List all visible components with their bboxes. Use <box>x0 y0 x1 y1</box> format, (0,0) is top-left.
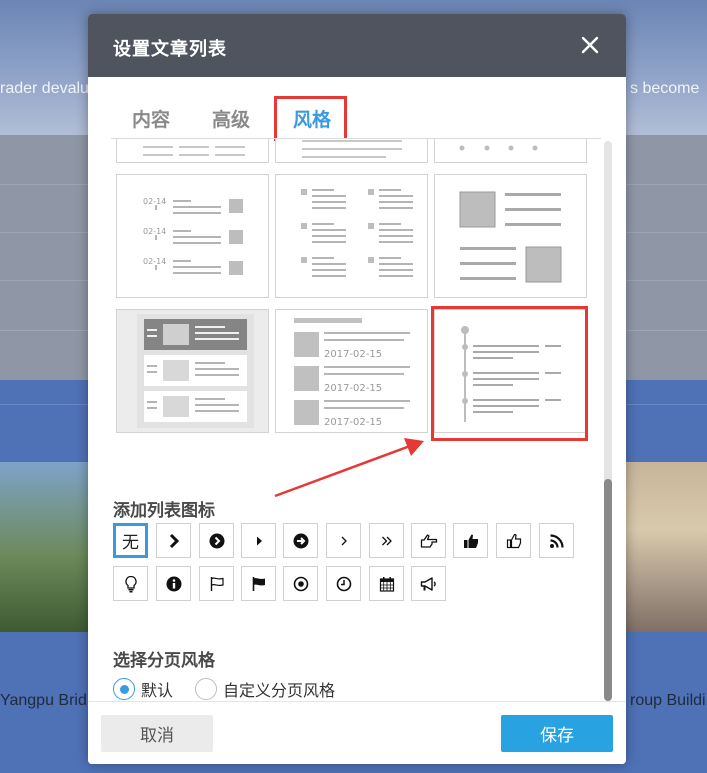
thumb-date: 02-14 <box>143 227 166 236</box>
no-icon-label: 无 <box>122 533 139 553</box>
style-option-8[interactable]: 2017-02-15 2017-02-15 2017-02-15 <box>275 309 428 433</box>
dialog-footer: 取消 保存 <box>88 701 626 764</box>
scrollbar-thumb[interactable] <box>604 479 612 701</box>
style-option-1[interactable] <box>116 139 269 163</box>
thumb-date: 2017-02-15 <box>324 417 382 428</box>
dot-circle-icon <box>293 576 308 591</box>
thumbs-up-outline-icon <box>506 533 521 548</box>
icon-option-circle-chevron[interactable] <box>199 523 234 558</box>
tab-content[interactable]: 内容 <box>132 105 170 132</box>
icon-option-hand-point-right[interactable] <box>411 523 446 558</box>
save-button[interactable]: 保存 <box>501 715 613 752</box>
cancel-button[interactable]: 取消 <box>101 715 213 752</box>
angle-right-icon <box>341 536 347 545</box>
flag-outline-icon <box>210 576 224 591</box>
chevron-bold-icon <box>169 533 179 548</box>
tab-style-highlight-box <box>274 96 347 141</box>
radio-custom[interactable] <box>195 678 217 700</box>
dialog-header: 设置文章列表 <box>88 14 626 77</box>
thumb-date: 2017-02-15 <box>324 349 382 360</box>
radio-custom-label: 自定义分页风格 <box>223 681 336 700</box>
thumb-date: 2017-02-15 <box>324 383 382 394</box>
icon-option-caret-right[interactable] <box>241 523 276 558</box>
circle-chevron-icon <box>209 533 224 548</box>
bullhorn-icon <box>420 576 436 591</box>
style-preview-5 <box>301 189 413 277</box>
pagination-option-custom[interactable]: 自定义分页风格 <box>195 677 335 701</box>
thumbs-up-solid-icon <box>463 534 478 548</box>
icon-option-dot-circle[interactable] <box>283 566 318 601</box>
background-banner-text-left: rader devalu <box>0 80 89 97</box>
style-option-2[interactable] <box>275 139 428 163</box>
rss-icon <box>549 533 564 548</box>
close-icon <box>581 36 599 54</box>
lightbulb-icon <box>124 575 137 592</box>
icon-option-rss[interactable] <box>539 523 574 558</box>
icon-option-angle-right[interactable] <box>326 523 361 558</box>
background-photo-left <box>0 462 90 632</box>
style-option-4[interactable]: 02-14 02-14 02-14 <box>116 174 269 298</box>
clock-icon <box>336 576 351 591</box>
icon-option-bullhorn[interactable] <box>411 566 446 601</box>
pagination-option-default[interactable]: 默认 <box>113 677 173 701</box>
background-caption-right: roup Buildi <box>630 692 706 709</box>
icon-option-thumbs-up-solid[interactable] <box>453 523 488 558</box>
flag-solid-icon <box>252 576 265 591</box>
calendar-icon <box>379 576 394 592</box>
icon-option-double-angle-right[interactable] <box>369 523 404 558</box>
style-option-3[interactable] <box>434 139 587 163</box>
style-preview-4: 02-14 02-14 02-14 <box>143 197 243 275</box>
style-preview-1 <box>143 146 245 156</box>
caret-right-icon <box>256 536 262 545</box>
info-circle-icon <box>166 576 181 591</box>
style-preview-2 <box>302 140 402 158</box>
icon-option-chevron-bold[interactable] <box>156 523 191 558</box>
article-list-settings-dialog: 设置文章列表 内容 高级 风格 02-14 02-14 02-14 2017-0… <box>88 14 626 764</box>
style-preview-3 <box>459 145 538 151</box>
thumb-date: 02-14 <box>143 257 166 266</box>
selected-style-highlight-box <box>431 306 588 441</box>
icon-option-circle-arrow-right[interactable] <box>283 523 318 558</box>
style-option-7[interactable] <box>116 309 269 433</box>
dialog-scroll-content: 02-14 02-14 02-14 2017-02-15 2017-02-15 … <box>88 139 626 701</box>
pagination-section-title: 选择分页风格 <box>113 651 215 671</box>
double-angle-right-icon <box>381 536 392 545</box>
background-caption-left: Yangpu Brid <box>0 692 87 709</box>
icon-option-none[interactable]: 无 <box>113 523 148 558</box>
radio-default-label: 默认 <box>141 681 174 700</box>
style-option-6[interactable] <box>434 174 587 298</box>
icon-option-flag-solid[interactable] <box>241 566 276 601</box>
icon-option-clock[interactable] <box>326 566 361 601</box>
hand-point-right-outline-icon <box>420 533 437 548</box>
icon-option-calendar[interactable] <box>369 566 404 601</box>
style-preview-8: 2017-02-15 2017-02-15 2017-02-15 <box>294 318 410 428</box>
background-photo-right <box>625 462 707 632</box>
style-preview-7 <box>137 314 254 428</box>
dialog-title: 设置文章列表 <box>113 39 227 60</box>
dialog-tabs: 内容 高级 风格 <box>88 77 626 141</box>
circle-arrow-right-icon <box>293 533 308 548</box>
style-option-5[interactable] <box>275 174 428 298</box>
icon-option-info-circle[interactable] <box>156 566 191 601</box>
list-icon-section-title: 添加列表图标 <box>113 501 215 521</box>
close-button[interactable] <box>580 35 600 55</box>
thumb-date: 02-14 <box>143 197 166 206</box>
radio-default[interactable] <box>113 678 135 700</box>
tab-advanced[interactable]: 高级 <box>212 105 250 132</box>
icon-option-thumbs-up-outline[interactable] <box>496 523 531 558</box>
icon-option-lightbulb[interactable] <box>113 566 148 601</box>
background-banner-text-right: s become <box>630 80 700 97</box>
style-preview-6 <box>459 191 562 283</box>
icon-option-flag-outline[interactable] <box>199 566 234 601</box>
